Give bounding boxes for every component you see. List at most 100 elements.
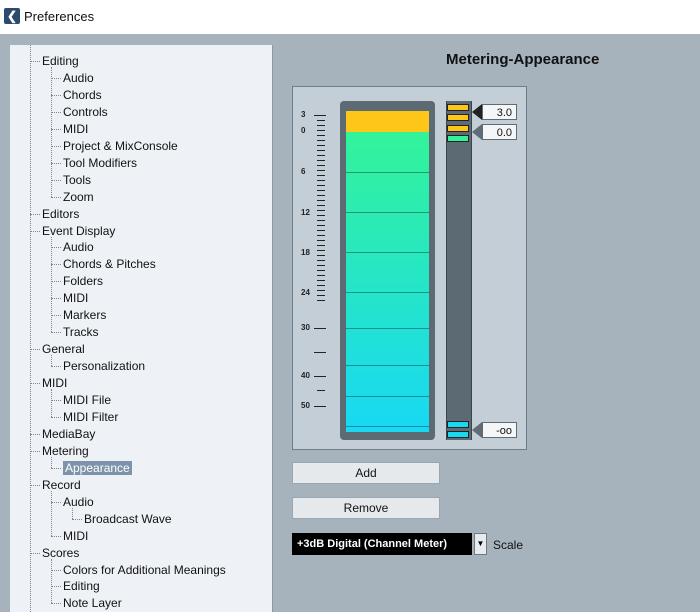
tree-item[interactable]: Audio [63,239,94,255]
tree-connector [30,349,40,351]
tree-item[interactable]: Controls [63,104,108,120]
marker-handle-icon[interactable] [472,124,482,140]
tree-item-label: Colors for Additional Meanings [63,562,226,577]
tree-connector [30,230,40,232]
tree-item[interactable]: MIDI Filter [63,409,118,425]
scale-tick [317,205,325,206]
tree-item-label: Appearance [63,460,132,475]
tree-item[interactable]: MIDI [42,375,67,391]
color-slider-track[interactable] [446,101,472,440]
tree-item[interactable]: Zoom [63,189,94,205]
scale-number: 40 [301,371,310,380]
tree-item[interactable]: Metering [42,443,89,459]
tree-item[interactable]: MIDI File [63,392,111,408]
tree-item[interactable]: Editors [42,206,79,222]
tree-connector [51,179,61,181]
tree-item[interactable]: MediaBay [42,426,95,442]
remove-button[interactable]: Remove [292,497,440,519]
tree-item[interactable]: Audio [63,494,94,510]
tree-item-label: MIDI Filter [63,409,119,424]
tree-item[interactable]: Note Layer [63,595,122,611]
tree-item-label: MIDI [63,121,89,136]
color-segment[interactable] [447,135,469,142]
tree-connector [72,507,73,519]
tree-item[interactable]: Folders [63,273,103,289]
add-button[interactable]: Add [292,462,440,484]
scale-tick [317,200,325,201]
tree-item-label: Audio [63,494,94,509]
scale-tick [317,225,325,226]
tree-connector [30,552,40,554]
tree-item-label: MIDI [63,528,89,543]
tree-item[interactable]: Appearance [63,460,132,476]
tree-connector [51,145,61,147]
color-segment[interactable] [447,125,469,132]
tree-item-label: Audio [63,70,94,85]
tree-connector [51,400,61,401]
tree-item[interactable]: MIDI [63,290,88,306]
scale-tick [314,328,326,329]
meter-segment-line [346,396,429,397]
tree-item[interactable]: Editing [63,578,100,594]
tree-item[interactable]: Project & MixConsole [63,138,178,154]
meter-clip-zone [346,111,429,132]
meter-segment-line [346,172,429,173]
scale-tick [317,255,325,256]
tree-item[interactable]: Event Display [42,223,115,239]
tree-item-label: MIDI [42,376,68,391]
tree-connector [51,298,61,300]
marker-handle-icon[interactable] [472,104,482,120]
color-segment-top[interactable] [447,104,469,111]
tree-item-label: Chords [63,87,102,102]
tree-item[interactable]: Broadcast Wave [84,511,172,527]
tree-connector [51,128,61,130]
dropdown-arrow-icon[interactable]: ▼ [474,533,487,555]
tree-item-label: MIDI File [63,393,111,407]
scale-tick [317,280,325,281]
tree-item[interactable]: General [42,341,85,357]
tree-item-label: Tracks [63,325,99,340]
tree-connector [30,450,40,452]
tree-item[interactable]: Personalization [63,358,145,374]
scale-select[interactable]: +3dB Digital (Channel Meter) [292,533,472,555]
tree-connector [51,94,61,96]
color-segment[interactable] [447,114,469,121]
tree-connector [30,61,40,62]
tree-item-label: Editing [63,579,100,594]
tree-item-label: Broadcast Wave [84,511,172,526]
marker-value-0[interactable]: 0.0 [482,124,517,140]
tree-item[interactable]: Chords & Pitches [63,256,156,272]
marker-value-min[interactable]: -oo [482,422,517,438]
tree-item[interactable]: Chords [63,87,102,103]
tree-item[interactable]: Scores [42,545,79,561]
preferences-tree[interactable]: Editing Audio Chords Controls MIDI Project & … [10,45,273,612]
tree-item-label: Event Display [42,223,116,238]
marker-handle-icon[interactable] [472,422,482,438]
tree-item[interactable]: Record [42,477,81,493]
meter-segment-line [346,212,429,213]
tree-item[interactable]: MIDI [63,121,88,137]
tree-connector [51,416,61,418]
tree-item[interactable]: Tools [63,172,91,188]
tree-item[interactable]: Markers [63,307,106,323]
tree-connector [51,366,61,368]
scale-number: 3 [301,110,306,119]
app-logo-icon: ❮ [4,8,20,24]
tree-item[interactable]: MIDI [63,528,88,544]
color-segment-bottom[interactable] [447,431,469,438]
tree-item[interactable]: Audio [63,70,94,86]
tree-item-label: Personalization [63,359,146,374]
tree-item-label: Controls [63,104,108,119]
tree-item[interactable]: Tracks [63,324,99,340]
color-segment[interactable] [447,421,469,428]
title-bar: ❮ Preferences [0,0,700,34]
tree-connector [51,456,52,468]
scale-tick [317,175,325,176]
scale-number: 12 [301,208,310,217]
tree-item[interactable]: Colors for Additional Meanings [63,562,226,578]
tree-item[interactable]: Editing [42,53,79,69]
scale-tick [317,140,325,141]
tree-connector [51,67,52,197]
tree-item[interactable]: Tool Modifiers [63,155,137,171]
marker-value-3[interactable]: 3.0 [482,104,517,120]
